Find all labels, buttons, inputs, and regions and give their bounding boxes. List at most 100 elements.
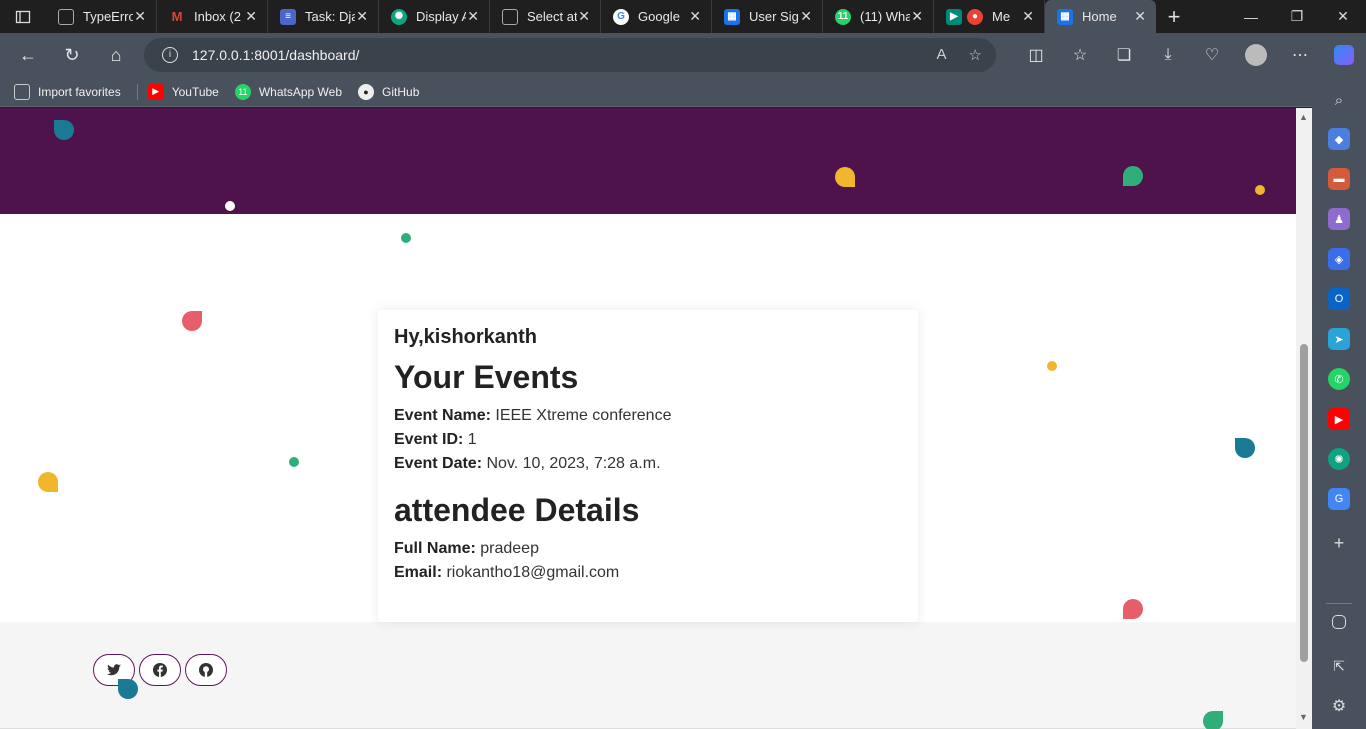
attendee-email-row: Email: riokantho18@gmail.com: [394, 564, 620, 581]
gmail-icon: M: [171, 9, 183, 24]
close-tab-icon[interactable]: ✕: [911, 8, 923, 25]
add-icon[interactable]: +: [1328, 532, 1350, 554]
attendee-heading: attendee Details: [394, 492, 640, 528]
event-date-row: Event Date: Nov. 10, 2023, 7:28 a.m.: [394, 455, 661, 472]
tab-strip: TypeError✕ MInbox (2✕ ≡Task: Dja✕ ✺Displ…: [0, 0, 1366, 33]
translate-icon[interactable]: G: [1328, 488, 1350, 510]
greeting: Hy,kishorkanth: [394, 326, 537, 348]
microsoft-365-icon[interactable]: ◈: [1328, 248, 1350, 270]
url-text[interactable]: 127.0.0.1:8001/dashboard/: [192, 47, 359, 63]
decor-dot: [401, 233, 411, 243]
close-tab-icon[interactable]: ✕: [467, 8, 479, 25]
youtube-icon[interactable]: ▶: [1328, 408, 1350, 430]
tab-active[interactable]: ▦ Home ✕: [1045, 0, 1156, 33]
twitter-icon: [107, 664, 121, 676]
favorites-icon[interactable]: ☆: [1058, 33, 1102, 77]
profile-avatar[interactable]: [1234, 33, 1278, 77]
decor-dot: [289, 457, 299, 467]
close-window-icon[interactable]: ✕: [1320, 0, 1366, 33]
scroll-up-icon[interactable]: ▲: [1299, 112, 1308, 122]
decor-dot: [225, 201, 235, 211]
tab-8[interactable]: ▶ ● Me ✕: [934, 0, 1045, 33]
tab-6[interactable]: ▦ User Sig ✕: [712, 0, 823, 33]
outlook-icon[interactable]: O: [1328, 288, 1350, 310]
event-name: IEEE Xtreme conference: [495, 407, 672, 424]
chatgpt-icon[interactable]: ✺: [1328, 448, 1350, 470]
more-menu-icon[interactable]: ⋯: [1278, 33, 1322, 77]
tab-actions-button[interactable]: [0, 0, 46, 33]
tools-briefcase-icon[interactable]: ▬: [1328, 168, 1350, 190]
bookmark-whatsapp[interactable]: 11 WhatsApp Web: [234, 83, 342, 100]
tab-1[interactable]: M Inbox (2 ✕: [157, 0, 268, 33]
sidebar-divider: [1326, 603, 1352, 604]
close-tab-icon[interactable]: ✕: [578, 8, 590, 25]
decor-dot: [118, 679, 138, 699]
events-heading: Your Events: [394, 359, 579, 395]
restore-icon[interactable]: ❐: [1274, 0, 1320, 33]
dashboard-card: Hy,kishorkanth Your Events Event Name: I…: [378, 310, 918, 622]
hide-sidebar-icon[interactable]: [1332, 615, 1346, 629]
whatsapp-icon[interactable]: ✆: [1328, 368, 1350, 390]
scrollbar-thumb[interactable]: [1300, 344, 1308, 662]
github-button[interactable]: [185, 654, 227, 686]
import-icon: [14, 83, 30, 100]
drop-icon[interactable]: ➤: [1328, 328, 1350, 350]
app-grid-icon: ▦: [724, 8, 740, 25]
tab-7[interactable]: 11 (11) Wha ✕: [823, 0, 934, 33]
whatsapp-icon: 11: [234, 83, 251, 100]
toolbar: ← ↻ ⌂ i 127.0.0.1:8001/dashboard/ A ☆ ◫ …: [0, 33, 1366, 77]
bookmark-import-favorites[interactable]: Import favorites: [14, 83, 121, 100]
favorite-star-icon[interactable]: ☆: [969, 46, 982, 64]
address-bar[interactable]: i 127.0.0.1:8001/dashboard/ A ☆: [144, 38, 996, 72]
google-icon: G: [613, 8, 629, 25]
tab-3[interactable]: ✺ Display A ✕: [379, 0, 490, 33]
search-icon[interactable]: ⌕: [1328, 89, 1350, 111]
close-tab-icon[interactable]: ✕: [689, 8, 701, 25]
close-tab-icon[interactable]: ✕: [134, 8, 146, 25]
site-info-icon[interactable]: i: [162, 47, 178, 63]
close-tab-icon[interactable]: ✕: [1022, 8, 1034, 25]
page-icon: [58, 8, 74, 25]
bookmark-github[interactable]: ● GitHub: [358, 83, 419, 100]
record-icon: ●: [967, 8, 983, 25]
minimize-icon[interactable]: —: [1228, 0, 1274, 33]
tab-2[interactable]: ≡ Task: Dja ✕: [268, 0, 379, 33]
close-tab-icon[interactable]: ✕: [800, 8, 812, 25]
split-screen-icon[interactable]: ◫: [1014, 33, 1058, 77]
event-id-row: Event ID: 1: [394, 431, 477, 448]
github-icon: [199, 663, 213, 677]
decor-dot: [38, 472, 58, 492]
page-icon: [502, 8, 518, 25]
youtube-icon: ▶: [147, 83, 164, 100]
downloads-icon[interactable]: ⤓: [1146, 33, 1190, 77]
copilot-icon[interactable]: [1322, 33, 1366, 77]
hero-banner: [0, 108, 1296, 214]
performance-icon[interactable]: ♡: [1190, 33, 1234, 77]
open-external-icon[interactable]: ⇱: [1328, 655, 1350, 677]
bookmark-youtube[interactable]: ▶ YouTube: [147, 83, 219, 100]
decor-dot: [1203, 711, 1223, 729]
tab-4[interactable]: Select at ✕: [490, 0, 601, 33]
close-tab-icon[interactable]: ✕: [1134, 8, 1146, 25]
tab-5[interactable]: G Google ✕: [601, 0, 712, 33]
app-grid-icon: ▦: [1057, 8, 1073, 25]
facebook-icon: [153, 663, 167, 677]
page-scrollbar[interactable]: ▲ ▼: [1296, 108, 1312, 729]
facebook-button[interactable]: [139, 654, 181, 686]
home-icon[interactable]: ⌂: [94, 33, 138, 77]
decor-dot: [182, 311, 202, 331]
settings-gear-icon[interactable]: ⚙: [1328, 695, 1350, 717]
scroll-down-icon[interactable]: ▼: [1299, 712, 1308, 722]
read-aloud-icon[interactable]: A: [937, 46, 947, 64]
new-tab-button[interactable]: +: [1156, 4, 1192, 30]
close-tab-icon[interactable]: ✕: [245, 8, 257, 25]
back-icon[interactable]: ←: [6, 33, 50, 77]
shopping-tag-icon[interactable]: ◆: [1328, 128, 1350, 150]
games-icon[interactable]: ♟: [1328, 208, 1350, 230]
tab-0[interactable]: TypeError✕: [46, 0, 157, 33]
tab-actions-icon: [15, 10, 31, 23]
refresh-icon[interactable]: ↻: [50, 33, 94, 77]
chatgpt-icon: ✺: [391, 8, 407, 25]
collections-icon[interactable]: ❏: [1102, 33, 1146, 77]
close-tab-icon[interactable]: ✕: [356, 8, 368, 25]
